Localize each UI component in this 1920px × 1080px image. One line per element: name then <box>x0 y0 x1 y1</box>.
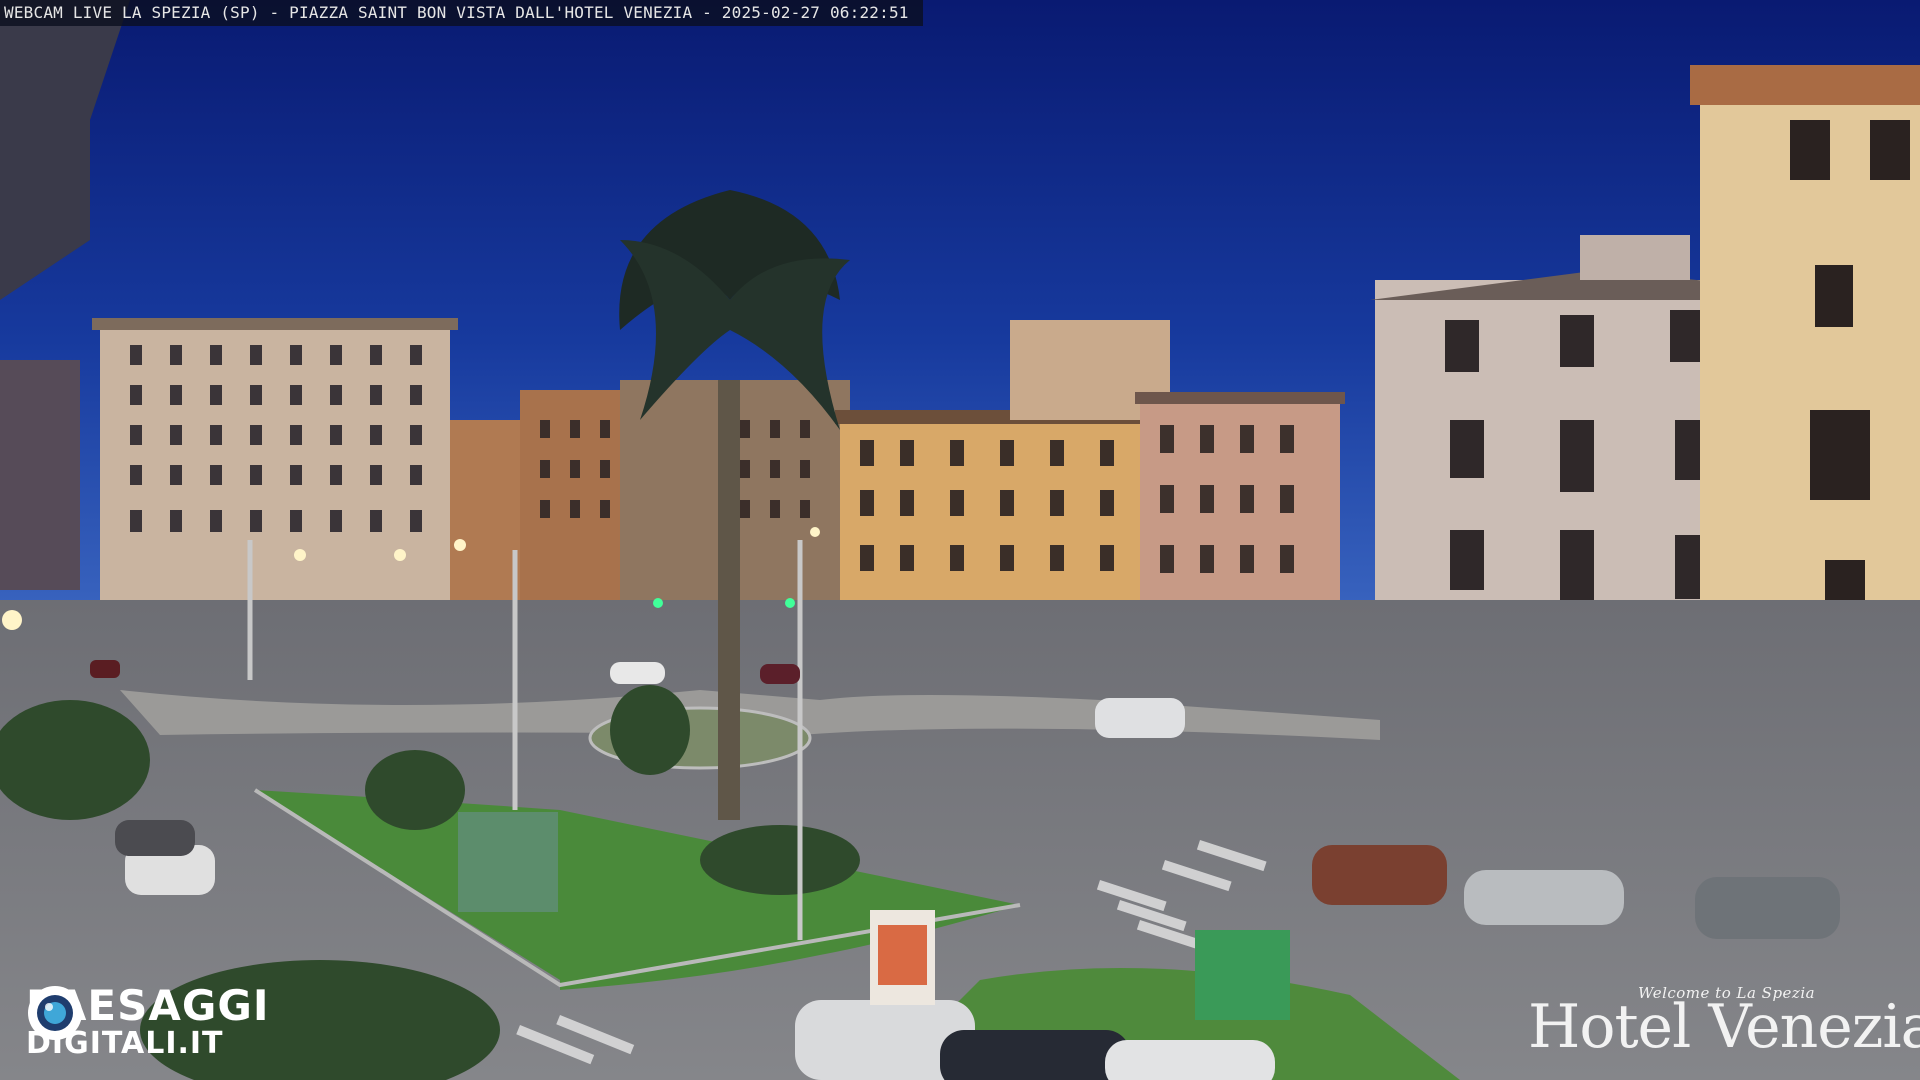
green-bin <box>1195 930 1290 1020</box>
camera-lens-icon <box>28 986 82 1040</box>
hotel-name: Hotel Venezia <box>1528 992 1920 1062</box>
webcam-caption: WEBCAM LIVE LA SPEZIA (SP) - PIAZZA SAIN… <box>0 0 923 26</box>
building-left-far <box>92 318 458 618</box>
green-kiosk <box>458 812 558 912</box>
webcam-scene <box>0 0 1920 1080</box>
webcam-frame: WEBCAM LIVE LA SPEZIA (SP) - PIAZZA SAIN… <box>0 0 1920 1080</box>
billboard <box>870 910 935 1005</box>
paesaggi-digitali-logo: PAESAGGI DIGITALI.IT <box>26 984 269 1060</box>
hotel-venezia-logo: Welcome to La Spezia Hotel Venezia <box>1528 982 1920 1062</box>
